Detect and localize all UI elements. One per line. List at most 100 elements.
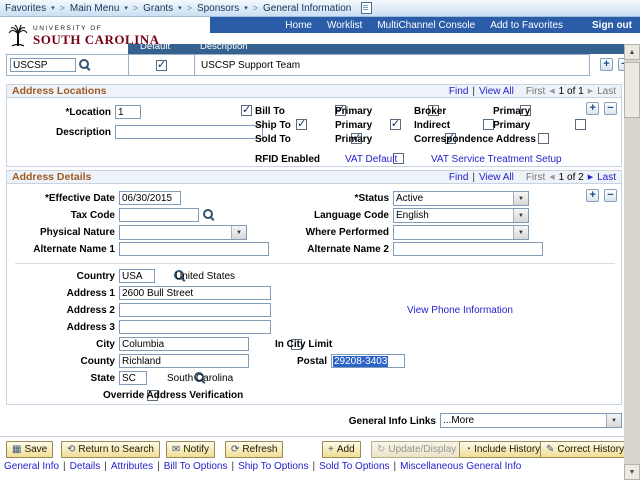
pager-position: 1 of 2	[559, 172, 584, 183]
indirect-primary-label: Primary	[493, 120, 530, 131]
postal-label: Postal	[251, 356, 327, 367]
vat-service-treatment-setup-link[interactable]: VAT Service Treatment Setup	[431, 154, 562, 165]
add-plus-icon: +	[328, 445, 334, 455]
ship-primary-label: Primary	[335, 120, 372, 131]
alternate-name2-input[interactable]	[393, 242, 543, 256]
correspondence-address-checkbox[interactable]	[538, 133, 549, 144]
correct-history-button[interactable]: ✎ Correct History	[540, 441, 630, 458]
add-row-button[interactable]: +	[600, 58, 613, 71]
sold-to-label: Sold To	[255, 134, 291, 145]
city-label: City	[11, 339, 115, 350]
ship-to-checkbox[interactable]	[296, 119, 307, 130]
breadcrumb-grants[interactable]: Grants	[143, 3, 173, 14]
city-input[interactable]	[119, 337, 249, 351]
return-to-search-button[interactable]: ⟲ Return to Search	[61, 441, 160, 458]
in-city-limit-label: In City Limit	[275, 339, 332, 350]
physical-nature-select[interactable]: ▼	[119, 225, 247, 240]
scroll-down-icon[interactable]: ▼	[624, 464, 640, 480]
ship-primary-checkbox[interactable]	[390, 119, 401, 130]
previous-row-icon[interactable]: ◀	[549, 87, 554, 95]
view-all-link[interactable]: View All	[479, 86, 514, 97]
last-link[interactable]: Last	[597, 172, 616, 183]
first-link[interactable]: First	[526, 172, 545, 183]
add-to-favorites-link[interactable]: Add to Favorites	[490, 20, 563, 31]
indirect-primary-checkbox[interactable]	[575, 119, 586, 130]
country-display-text: United States	[175, 271, 235, 282]
last-link[interactable]: Last	[597, 86, 616, 97]
home-link[interactable]: Home	[285, 20, 312, 31]
description-input[interactable]	[115, 125, 263, 139]
address2-input[interactable]	[119, 303, 271, 317]
multichannel-console-link[interactable]: MultiChannel Console	[377, 20, 475, 31]
details-link[interactable]: Details	[70, 461, 101, 472]
view-phone-information-link[interactable]: View Phone Information	[407, 305, 513, 316]
address3-input[interactable]	[119, 320, 271, 334]
new-window-icon[interactable]	[361, 2, 372, 14]
attributes-link[interactable]: Attributes	[111, 461, 153, 472]
general-info-link[interactable]: General Info	[4, 461, 59, 472]
description-label: Description	[11, 127, 111, 138]
where-performed-select[interactable]: ▼	[393, 225, 529, 240]
status-select[interactable]: Active ▼	[393, 191, 529, 206]
state-display-text: South Carolina	[167, 373, 233, 384]
ship-to-label: Ship To	[255, 120, 291, 131]
county-input[interactable]	[119, 354, 249, 368]
update-display-button[interactable]: ↻ Update/Display	[371, 441, 462, 458]
tax-code-input[interactable]	[119, 208, 199, 222]
sold-to-options-link[interactable]: Sold To Options	[319, 461, 389, 472]
include-history-icon: ◔	[465, 445, 471, 455]
vat-default-link[interactable]: VAT Default	[345, 154, 397, 165]
save-button[interactable]: ▦ Save	[6, 441, 53, 458]
scrollbar-thumb[interactable]	[624, 62, 640, 118]
find-link[interactable]: Find	[449, 86, 468, 97]
language-code-label: Language Code	[289, 210, 389, 221]
default-checkbox[interactable]	[156, 60, 167, 71]
alternate-name2-label: Alternate Name 2	[289, 244, 389, 255]
delete-address-button[interactable]: −	[604, 189, 617, 202]
notify-button[interactable]: ✉ Notify	[166, 441, 215, 458]
previous-row-icon[interactable]: ◀	[549, 173, 554, 181]
delete-location-button[interactable]: −	[604, 102, 617, 115]
address1-input[interactable]	[119, 286, 271, 300]
postal-input[interactable]: 29208-3403	[331, 354, 405, 368]
sponsor-id-input[interactable]	[10, 58, 76, 72]
refresh-label: Refresh	[242, 444, 277, 455]
effective-date-label: *Effective Date	[11, 193, 115, 204]
general-info-links-value: ...More	[443, 415, 606, 426]
vertical-scrollbar[interactable]: ▲ ▼	[624, 44, 640, 480]
add-location-button[interactable]: +	[586, 102, 599, 115]
breadcrumb-sponsors[interactable]: Sponsors	[197, 3, 239, 14]
address-row-actions: + −	[584, 189, 617, 202]
location-input[interactable]	[115, 105, 141, 119]
footer-separator: |	[157, 461, 160, 472]
miscellaneous-general-info-link[interactable]: Miscellaneous General Info	[400, 461, 521, 472]
breadcrumb-main-menu[interactable]: Main Menu	[70, 3, 119, 14]
alternate-name1-input[interactable]	[119, 242, 269, 256]
worklist-link[interactable]: Worklist	[327, 20, 362, 31]
lookup-icon[interactable]	[79, 59, 91, 71]
include-history-button[interactable]: ◔ Include History	[459, 441, 546, 458]
tax-code-label: Tax Code	[11, 210, 115, 221]
view-all-link[interactable]: View All	[479, 172, 514, 183]
scroll-up-icon[interactable]: ▲	[624, 44, 640, 60]
first-link[interactable]: First	[526, 86, 545, 97]
add-address-button[interactable]: +	[586, 189, 599, 202]
page-links-footer: General Info | Details | Attributes | Bi…	[4, 461, 521, 472]
find-link[interactable]: Find	[449, 172, 468, 183]
save-label: Save	[24, 444, 47, 455]
state-input[interactable]	[119, 371, 147, 385]
sign-out-link[interactable]: Sign out	[592, 20, 632, 31]
next-row-icon[interactable]: ▶	[588, 87, 593, 95]
ship-to-options-link[interactable]: Ship To Options	[238, 461, 308, 472]
language-code-select[interactable]: English ▼	[393, 208, 529, 223]
country-input[interactable]	[119, 269, 155, 283]
breadcrumb-favorites[interactable]: Favorites	[5, 3, 46, 14]
next-row-icon[interactable]: ▶	[588, 173, 593, 181]
effective-date-input[interactable]	[119, 191, 181, 205]
add-button[interactable]: + Add	[322, 441, 361, 458]
refresh-button[interactable]: ⟳ Refresh	[225, 441, 283, 458]
tax-code-lookup-icon[interactable]	[203, 209, 215, 221]
bill-to-checkbox[interactable]	[241, 105, 252, 116]
general-info-links-select[interactable]: ...More ▼	[440, 413, 622, 428]
bill-to-options-link[interactable]: Bill To Options	[164, 461, 228, 472]
